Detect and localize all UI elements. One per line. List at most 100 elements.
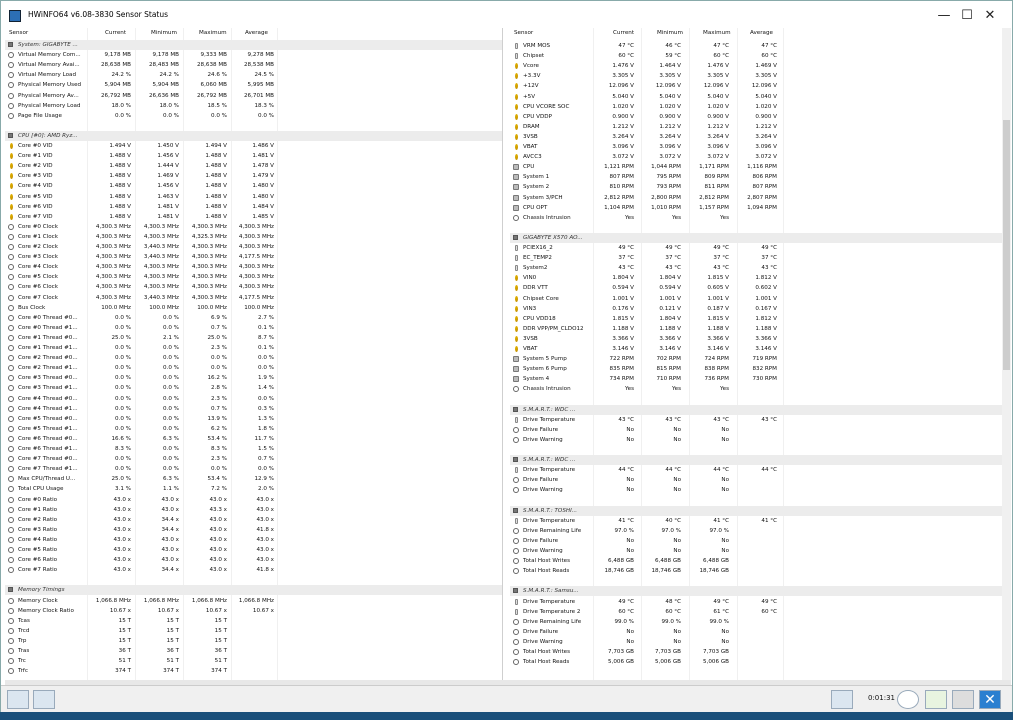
sensor-row[interactable]: Core #1 Ratio 43.0 x 43.0 x 43.3 x 43.0 x (5, 505, 502, 515)
sensor-group-row[interactable]: CPU [#0]: AMD Ryz... (5, 130, 502, 141)
sensor-row[interactable]: Bus Clock 100.0 MHz 100.0 MHz 100.0 MHz 100.… (5, 303, 502, 313)
sensor-row[interactable]: VBAT 3.096 V 3.096 V 3.096 V 3.096 V (510, 142, 1011, 152)
nav-right-icon[interactable] (33, 690, 55, 709)
sensor-row[interactable]: Drive Warning No No No (510, 485, 1011, 495)
sensor-row[interactable]: Core #2 VID 1.488 V 1.444 V 1.488 V 1.478 V (5, 161, 502, 171)
sensor-row[interactable]: Core #2 Thread #0... 0.0 % 0.0 % 0.0 % 0.0 % (5, 353, 502, 363)
sensor-row[interactable]: CPU VDD18 1.815 V 1.804 V 1.815 V 1.812 V (510, 314, 1011, 324)
sensor-row[interactable]: Core #6 VID 1.488 V 1.481 V 1.488 V 1.484 V (5, 202, 502, 212)
sensor-row[interactable]: Core #2 Thread #1... 0.0 % 0.0 % 0.0 % 0.0 % (5, 363, 502, 373)
sensor-row[interactable]: VRM MOS 47 °C 46 °C 47 °C 47 °C (510, 41, 1011, 51)
sensor-row[interactable]: Core #7 Thread #0... 0.0 % 0.0 % 2.3 % 0.7 % (5, 454, 502, 464)
sensor-row[interactable]: Page File Usage 0.0 % 0.0 % 0.0 % 0.0 % (5, 111, 502, 121)
sensor-row[interactable]: Drive Temperature 2 60 °C 60 °C 61 °C 60 °C (510, 607, 1011, 617)
column-header[interactable]: Sensor Current Minimum Maximum Average (510, 28, 1011, 39)
sensor-row[interactable]: Core #1 Thread #1... 0.0 % 0.0 % 2.3 % 0.1 % (5, 343, 502, 353)
sensor-row[interactable]: CPU OPT 1,104 RPM 1,010 RPM 1,157 RPM 1,094 … (510, 203, 1011, 213)
sensor-row[interactable]: System2 43 °C 43 °C 43 °C 43 °C (510, 263, 1011, 273)
column-header-minimum[interactable]: Minimum (657, 28, 683, 38)
sensor-row[interactable]: Core #4 Thread #1... 0.0 % 0.0 % 0.7 % 0.3 % (5, 404, 502, 414)
column-header-average[interactable]: Average (750, 28, 773, 38)
sensor-row[interactable]: Physical Memory Load 18.0 % 18.0 % 18.5 % 18… (5, 101, 502, 111)
column-header[interactable]: Sensor Current Minimum Maximum Average (5, 28, 502, 39)
sensor-row[interactable]: Core #7 Clock 4,300.3 MHz 3,440.3 MHz 4,300… (5, 293, 502, 303)
right-sensor-pane[interactable]: Sensor Current Minimum Maximum Average VRM MO… (510, 28, 1011, 680)
sensor-row[interactable]: Chassis Intrusion Yes Yes Yes (510, 213, 1011, 223)
sensor-row[interactable]: Physical Memory Used 5,904 MB 5,904 MB 6,06… (5, 80, 502, 90)
sensor-row[interactable]: Drive Failure No No No (510, 627, 1011, 637)
sensor-row[interactable]: Drive Remaining Life 97.0 % 97.0 % 97.0 % (510, 526, 1011, 536)
sensor-row[interactable]: Core #0 VID 1.494 V 1.450 V 1.494 V 1.486 V (5, 141, 502, 151)
sensor-row[interactable]: Core #5 Ratio 43.0 x 43.0 x 43.0 x 43.0 x (5, 545, 502, 555)
sensor-row[interactable]: Core #6 Thread #1... 8.3 % 0.0 % 8.3 % 1.5 % (5, 444, 502, 454)
sensor-row[interactable]: Total CPU Usage 3.1 % 1.1 % 7.2 % 2.0 % (5, 484, 502, 494)
sensor-row[interactable]: CPU VCORE SOC 1.020 V 1.020 V 1.020 V 1.020 … (510, 102, 1011, 112)
sensor-row[interactable]: System 3/PCH 2,812 RPM 2,800 RPM 2,812 RPM 2… (510, 193, 1011, 203)
sensor-row[interactable]: Virtual Memory Avai... 28,638 MB 28,483 MB… (5, 60, 502, 70)
column-header-average[interactable]: Average (245, 28, 268, 38)
sensor-row[interactable]: Core #3 Ratio 43.0 x 34.4 x 43.0 x 41.8 x (5, 525, 502, 535)
sensor-row[interactable]: Total Host Reads 5,006 GB 5,006 GB 5,006 GB (510, 657, 1011, 667)
sensor-row[interactable]: Core #5 Thread #1... 0.0 % 0.0 % 6.2 % 1.8 % (5, 424, 502, 434)
network-icon[interactable] (831, 690, 853, 709)
sensor-row[interactable]: Core #3 Clock 4,300.3 MHz 3,440.3 MHz 4,300… (5, 252, 502, 262)
sensor-row[interactable]: CPU VDDP 0.900 V 0.900 V 0.900 V 0.900 V (510, 112, 1011, 122)
nav-left-right-icon[interactable] (7, 690, 29, 709)
sensor-row[interactable]: Total Host Writes 7,703 GB 7,703 GB 7,703 G… (510, 647, 1011, 657)
sensor-row[interactable]: Core #4 Thread #0... 0.0 % 0.0 % 2.3 % 0.0 % (5, 394, 502, 404)
sensor-row[interactable]: 3VSB 3.264 V 3.264 V 3.264 V 3.264 V (510, 132, 1011, 142)
sensor-row[interactable]: Virtual Memory Com... 9,178 MB 9,178 MB 9,3… (5, 50, 502, 60)
sensor-row[interactable]: Core #4 VID 1.488 V 1.456 V 1.488 V 1.480 V (5, 181, 502, 191)
sensor-row[interactable]: Core #5 Clock 4,300.3 MHz 4,300.3 MHz 4,300… (5, 272, 502, 282)
sensor-row[interactable]: DDR VTT 0.594 V 0.594 V 0.605 V 0.602 V (510, 283, 1011, 293)
sensor-row[interactable]: Core #2 Ratio 43.0 x 34.4 x 43.0 x 43.0 x (5, 515, 502, 525)
sensor-row[interactable]: Trcd 15 T 15 T 15 T (5, 626, 502, 636)
sensor-row[interactable]: Chipset Core 1.001 V 1.001 V 1.001 V 1.001 V (510, 294, 1011, 304)
close-button[interactable]: ✕ (968, 5, 1012, 27)
sensor-row[interactable]: Core #0 Thread #0... 0.0 % 0.0 % 6.9 % 2.7 % (5, 313, 502, 323)
sensor-row[interactable]: Drive Temperature 43 °C 43 °C 43 °C 43 °C (510, 415, 1011, 425)
clock-icon[interactable] (897, 690, 919, 709)
sensor-group-row[interactable]: Memory Timings (5, 585, 502, 596)
sensor-row[interactable]: VIN0 1.804 V 1.804 V 1.815 V 1.812 V (510, 273, 1011, 283)
sensor-row[interactable]: Core #0 Ratio 43.0 x 43.0 x 43.0 x 43.0 x (5, 495, 502, 505)
sensor-row[interactable]: Core #7 Thread #1... 0.0 % 0.0 % 0.0 % 0.0 % (5, 464, 502, 474)
column-header-maximum[interactable]: Maximum (703, 28, 731, 38)
column-header-minimum[interactable]: Minimum (151, 28, 177, 38)
sensor-row[interactable]: Core #3 VID 1.488 V 1.469 V 1.488 V 1.479 V (5, 171, 502, 181)
close-sensors-icon[interactable]: ✕ (979, 690, 1001, 709)
scrollbar-thumb[interactable] (1003, 120, 1010, 370)
column-header-current[interactable]: Current (613, 28, 634, 38)
column-header-sensor[interactable]: Sensor (9, 28, 28, 38)
sensor-row[interactable]: EC_TEMP2 37 °C 37 °C 37 °C 37 °C (510, 253, 1011, 263)
sensor-row[interactable]: Core #4 Clock 4,300.3 MHz 4,300.3 MHz 4,300… (5, 262, 502, 272)
sensor-row[interactable]: System 2 810 RPM 793 RPM 811 RPM 807 RPM (510, 182, 1011, 192)
sensor-row[interactable]: Drive Remaining Life 99.0 % 99.0 % 99.0 % (510, 617, 1011, 627)
sensor-row[interactable]: Core #1 VID 1.488 V 1.456 V 1.488 V 1.481 V (5, 151, 502, 161)
sensor-row[interactable]: CPU 1,121 RPM 1,044 RPM 1,171 RPM 1,116 RPM (510, 162, 1011, 172)
sensor-row[interactable]: Drive Warning No No No (510, 637, 1011, 647)
sensor-row[interactable]: Drive Warning No No No (510, 435, 1011, 445)
sensor-group-row[interactable]: S.M.A.R.T.: WDC ... (510, 455, 1011, 466)
sensor-row[interactable]: +5V 5.040 V 5.040 V 5.040 V 5.040 V (510, 92, 1011, 102)
sensor-row[interactable]: Virtual Memory Load 24.2 % 24.2 % 24.6 % 24.… (5, 70, 502, 80)
sensor-row[interactable]: Core #7 VID 1.488 V 1.481 V 1.488 V 1.485 V (5, 212, 502, 222)
sensor-row[interactable]: Trfc 374 T 374 T 374 T (5, 666, 502, 676)
sensor-row[interactable]: DDR VPP/PM_CLDO12 1.188 V 1.188 V 1.188 V 1.… (510, 324, 1011, 334)
sensor-row[interactable]: Total Host Reads 18,746 GB 18,746 GB 18,746… (510, 566, 1011, 576)
column-header-current[interactable]: Current (105, 28, 126, 38)
sensor-row[interactable]: Tcas 15 T 15 T 15 T (5, 616, 502, 626)
sensor-row[interactable]: Core #1 Thread #0... 25.0 % 2.1 % 25.0 % 8.7… (5, 333, 502, 343)
sensor-row[interactable]: Core #6 Thread #0... 16.6 % 6.3 % 53.4 % 11.… (5, 434, 502, 444)
sensor-row[interactable]: Core #0 Thread #1... 0.0 % 0.0 % 0.7 % 0.1 % (5, 323, 502, 333)
sensor-row[interactable]: Chipset 60 °C 59 °C 60 °C 60 °C (510, 51, 1011, 61)
add-report-icon[interactable] (925, 690, 947, 709)
sensor-row[interactable]: VIN3 0.176 V 0.121 V 0.187 V 0.167 V (510, 304, 1011, 314)
sensor-row[interactable]: Drive Failure No No No (510, 425, 1011, 435)
sensor-row[interactable]: 3VSB 3.366 V 3.366 V 3.366 V 3.366 V (510, 334, 1011, 344)
sensor-row[interactable]: Drive Temperature 41 °C 40 °C 41 °C 41 °C (510, 516, 1011, 526)
sensor-row[interactable]: Drive Warning No No No (510, 546, 1011, 556)
sensor-group-row[interactable]: S.M.A.R.T.: Samsu... (510, 586, 1011, 597)
sensor-row[interactable]: Drive Temperature 44 °C 44 °C 44 °C 44 °C (510, 465, 1011, 475)
sensor-row[interactable]: Tras 36 T 36 T 36 T (5, 646, 502, 656)
